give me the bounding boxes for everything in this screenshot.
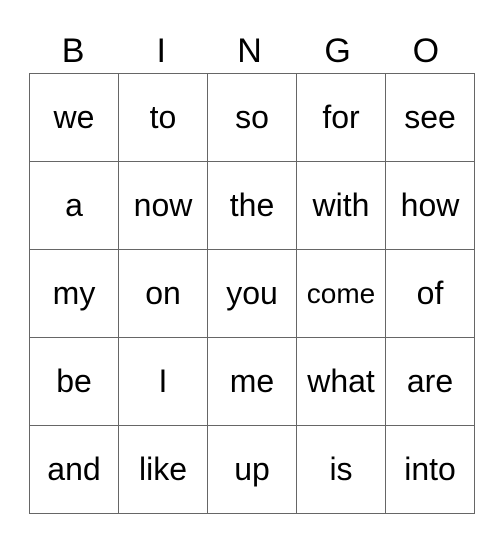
bingo-card: we to so for see a now the with how my o… (29, 73, 475, 514)
bingo-cell[interactable]: me (207, 337, 297, 426)
bingo-cell[interactable]: how (385, 161, 475, 250)
bingo-cell[interactable]: of (385, 249, 475, 338)
header-letter-n: N (237, 32, 262, 70)
bingo-cell[interactable]: to (118, 73, 208, 162)
bingo-cell[interactable]: and (29, 425, 119, 514)
bingo-row: be I me what are (29, 337, 475, 426)
bingo-cell[interactable]: up (207, 425, 297, 514)
bingo-cell[interactable]: a (29, 161, 119, 250)
header-letter-g: G (324, 32, 351, 70)
bingo-cell[interactable]: come (296, 249, 386, 338)
bingo-row: my on you come of (29, 249, 475, 338)
bingo-cell[interactable]: into (385, 425, 475, 514)
header-letter-i: I (156, 32, 166, 70)
bingo-row: and like up is into (29, 425, 475, 514)
bingo-cell[interactable]: on (118, 249, 208, 338)
bingo-header: B I N G O (29, 30, 470, 73)
bingo-cell[interactable]: so (207, 73, 297, 162)
bingo-cell[interactable]: what (296, 337, 386, 426)
header-letter-o: O (412, 32, 440, 70)
bingo-cell[interactable]: I (118, 337, 208, 426)
bingo-cell[interactable]: my (29, 249, 119, 338)
bingo-cell[interactable]: like (118, 425, 208, 514)
bingo-cell[interactable]: be (29, 337, 119, 426)
bingo-cell[interactable]: for (296, 73, 386, 162)
bingo-cell[interactable]: you (207, 249, 297, 338)
bingo-cell[interactable]: now (118, 161, 208, 250)
bingo-cell[interactable]: see (385, 73, 475, 162)
bingo-cell[interactable]: are (385, 337, 475, 426)
bingo-row: we to so for see (29, 73, 475, 162)
bingo-cell[interactable]: the (207, 161, 297, 250)
bingo-cell[interactable]: we (29, 73, 119, 162)
bingo-row: a now the with how (29, 161, 475, 250)
bingo-cell[interactable]: is (296, 425, 386, 514)
header-letter-b: B (61, 32, 85, 70)
bingo-cell[interactable]: with (296, 161, 386, 250)
